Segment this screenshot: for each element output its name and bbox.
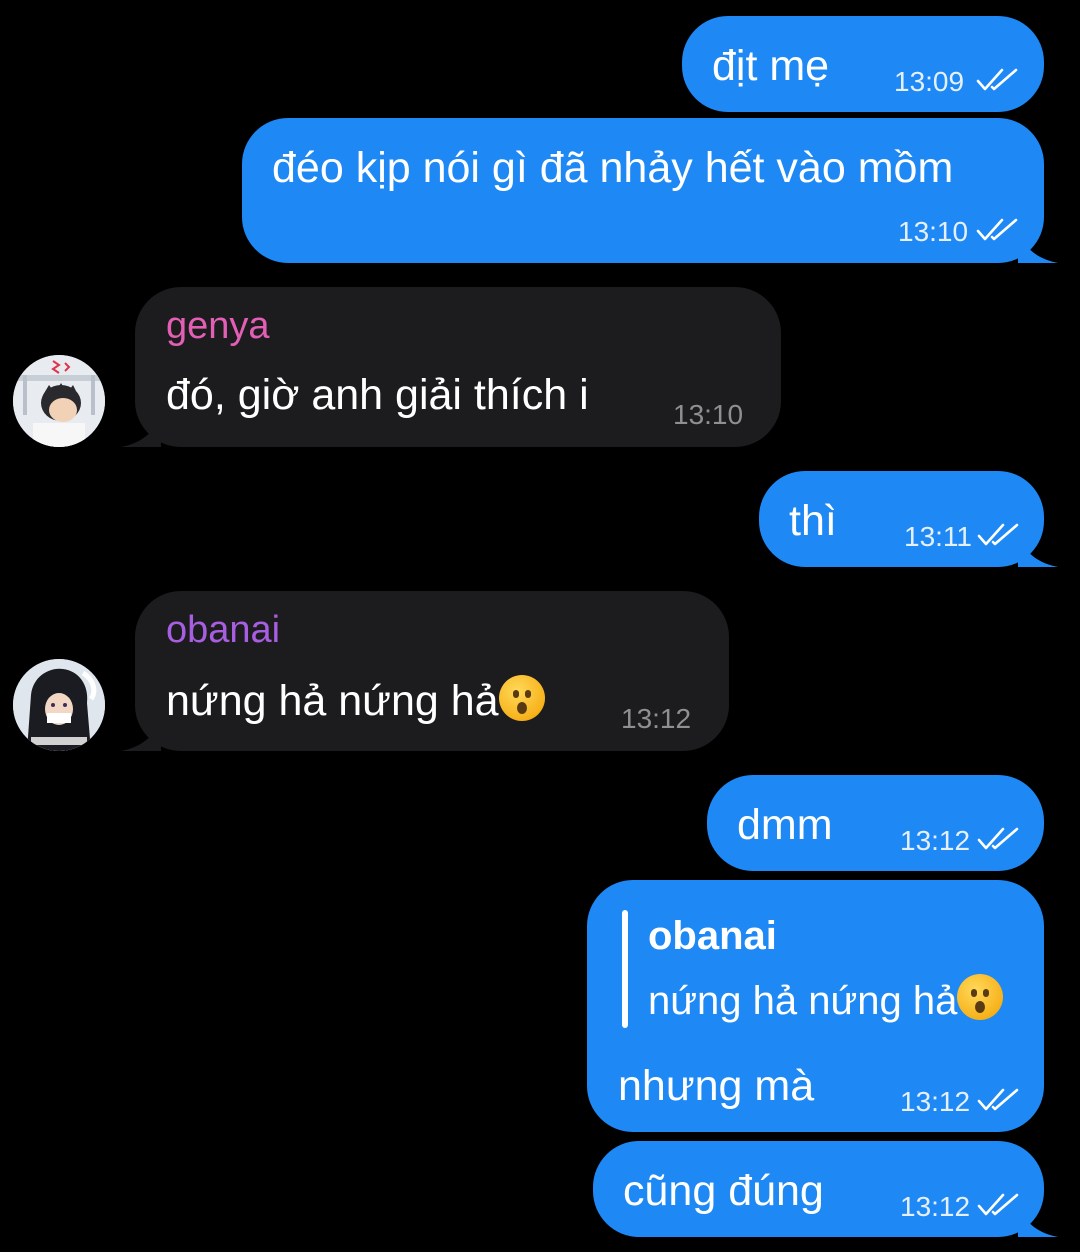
reply-sender-name[interactable]: obanai — [648, 914, 777, 959]
double-check-icon — [977, 827, 1019, 850]
message-bubble-outgoing[interactable]: dmm 13:12 — [707, 775, 1044, 871]
hushed-face-emoji — [498, 675, 545, 721]
message-text: dmm — [737, 801, 833, 849]
message-bubble-outgoing-reply[interactable]: obanai nứng hả nứng hả nhưng mà 13:12 — [587, 880, 1044, 1132]
double-check-icon — [976, 218, 1018, 241]
message-bubble-outgoing[interactable]: địt mẹ 13:09 — [682, 16, 1044, 112]
message-bubble-outgoing[interactable]: cũng đúng 13:12 — [593, 1141, 1058, 1237]
bubble-tail — [1018, 229, 1058, 263]
message-text: cũng đúng — [623, 1167, 824, 1215]
message-time: 13:09 — [894, 66, 965, 97]
message-bubble-incoming[interactable]: genya đó, giờ anh giải thích i 13:10 — [121, 287, 781, 447]
message-text: đó, giờ anh giải thích i — [166, 371, 589, 419]
bubble-tail — [121, 717, 161, 751]
message-time: 13:12 — [900, 1191, 971, 1222]
message-time: 13:11 — [904, 521, 972, 552]
bubble-tail — [121, 413, 161, 447]
message-bubble-outgoing[interactable]: thì 13:11 — [759, 471, 1058, 567]
message-time: 13:10 — [898, 216, 969, 247]
sender-name[interactable]: genya — [166, 305, 270, 348]
message-time: 13:12 — [900, 825, 971, 856]
avatar-genya[interactable] — [13, 355, 105, 447]
message-text: địt mẹ — [712, 42, 830, 90]
double-check-icon — [977, 1193, 1019, 1216]
message-text: đéo kịp nói gì đã nhảy hết vào mồm — [272, 144, 954, 192]
message-text: nhưng mà — [618, 1062, 815, 1110]
message-text-content: nứng hả nứng hả — [166, 677, 499, 725]
reply-quote-bar — [622, 910, 628, 1028]
message-bubble-incoming[interactable]: obanai nứng hả nứng hả 13:12 — [121, 591, 729, 751]
double-check-icon — [977, 1088, 1019, 1111]
bubble-tail — [1018, 533, 1058, 567]
double-check-icon — [977, 523, 1019, 546]
reply-quote-content: nứng hả nứng hả — [648, 979, 958, 1023]
message-text: nứng hả nứng hả — [166, 675, 545, 726]
avatar-obanai[interactable] — [13, 659, 105, 751]
message-time: 13:12 — [900, 1086, 971, 1117]
sender-name[interactable]: obanai — [166, 609, 280, 652]
message-time: 13:10 — [673, 399, 744, 430]
message-bubble-outgoing[interactable]: đéo kịp nói gì đã nhảy hết vào mồm 13:10 — [242, 118, 1058, 263]
hushed-face-emoji — [957, 974, 1004, 1020]
message-time: 13:12 — [621, 703, 692, 734]
message-text: thì — [789, 497, 837, 545]
reply-quote-text[interactable]: nứng hả nứng hả — [648, 974, 1004, 1024]
bubble-tail — [1018, 1203, 1058, 1237]
double-check-icon — [976, 68, 1018, 91]
